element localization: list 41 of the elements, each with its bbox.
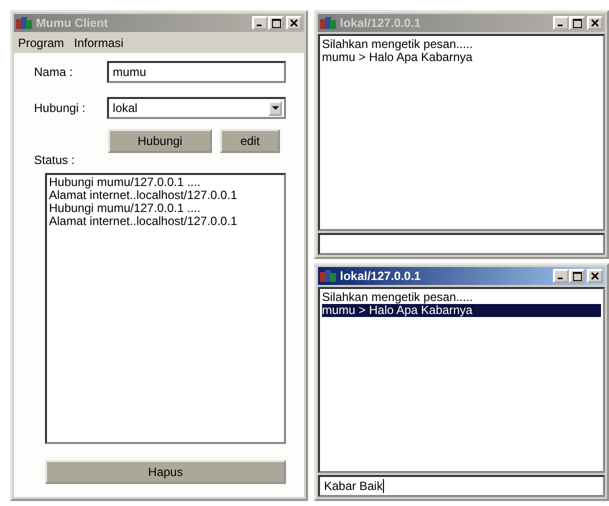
status-line: Hubungi mumu/127.0.0.1 ....	[49, 176, 202, 189]
close-button[interactable]	[286, 16, 302, 30]
window-title: lokal/127.0.0.1	[340, 269, 421, 283]
status-label: Status :	[34, 153, 76, 167]
close-icon	[591, 272, 599, 280]
name-label: Nama :	[34, 65, 74, 79]
app-icon	[16, 16, 32, 30]
minimize-button[interactable]	[252, 16, 268, 30]
app-icon	[320, 16, 336, 30]
close-button[interactable]	[587, 16, 603, 30]
app-icon	[320, 269, 336, 283]
minimize-button[interactable]	[553, 269, 569, 283]
connect-label: Hubungi :	[34, 101, 86, 115]
message-item[interactable]: Silahkan mengetik pesan.....	[322, 38, 601, 51]
maximize-button[interactable]	[569, 269, 585, 283]
connect-button[interactable]: Hubungi	[108, 129, 212, 153]
menu-item[interactable]: Program	[18, 36, 64, 50]
menu-item[interactable]: Informasi	[74, 36, 124, 50]
status-line: Alamat internet..localhost/127.0.0.1	[49, 189, 238, 202]
status-line: Hubungi mumu/127.0.0.1 ....	[49, 202, 202, 215]
minimize-button[interactable]	[553, 16, 569, 30]
message-item[interactable]: Silahkan mengetik pesan.....	[322, 291, 601, 304]
window-title: Mumu Client	[36, 16, 108, 30]
message-input[interactable]: Kabar Baik	[318, 475, 605, 497]
maximize-icon	[572, 18, 582, 28]
message-input[interactable]	[318, 233, 605, 255]
maximize-button[interactable]	[268, 16, 284, 30]
window-title: lokal/127.0.0.1	[340, 16, 421, 30]
message-item[interactable]: mumu > Halo Apa Kabarnya	[322, 51, 601, 64]
message-item[interactable]: mumu > Halo Apa Kabarnya	[322, 304, 601, 317]
close-button[interactable]	[587, 269, 603, 283]
close-icon	[591, 19, 599, 27]
name-field[interactable]: mumu	[106, 61, 286, 83]
edit-button[interactable]: edit	[220, 129, 280, 153]
close-icon	[290, 19, 298, 27]
connection-dropdown[interactable]: lokal	[106, 97, 286, 119]
maximize-icon	[572, 272, 582, 280]
clear-button[interactable]: Hapus	[45, 460, 286, 484]
maximize-button[interactable]	[569, 16, 585, 30]
status-line: Alamat internet..localhost/127.0.0.1	[49, 215, 238, 228]
maximize-icon	[272, 18, 280, 28]
